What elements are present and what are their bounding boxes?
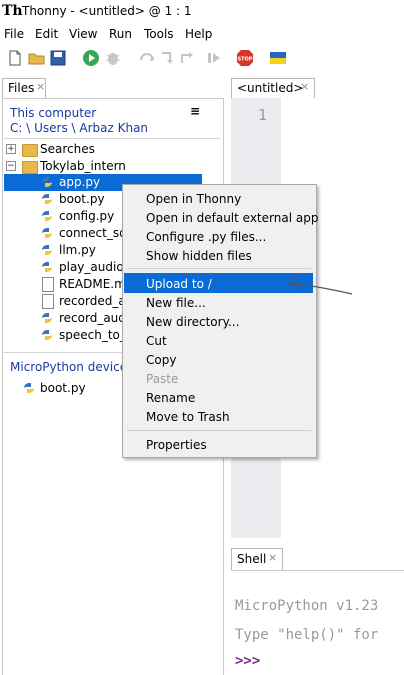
context-menu-item-upload-to[interactable]: Upload to / (146, 275, 212, 294)
context-menu-item-configure-py-files[interactable]: Configure .py files... (146, 228, 266, 247)
file-icon (42, 294, 54, 309)
python-file-icon (42, 194, 52, 204)
file-icon (42, 277, 54, 292)
context-menu-separator (127, 430, 311, 431)
tree-item-tokylab-intern[interactable]: Tokylab_intern (40, 158, 126, 175)
menu-help[interactable]: Help (185, 24, 212, 44)
micropython-device-title: MicroPython device (10, 360, 128, 374)
files-menu-icon[interactable]: ≡ (190, 104, 200, 118)
open-folder-icon[interactable] (28, 49, 46, 67)
tree-item-searches[interactable]: Searches (40, 141, 95, 158)
tab-files-label: Files (8, 81, 35, 95)
python-file-icon (42, 262, 52, 272)
folder-icon (22, 161, 38, 174)
python-file-icon (42, 177, 52, 187)
python-file-icon (42, 245, 52, 255)
menu-edit[interactable]: Edit (35, 24, 58, 44)
python-file-icon (42, 313, 52, 323)
file-item[interactable]: speech_to_t (59, 327, 131, 344)
menu-view[interactable]: View (69, 24, 97, 44)
menu-run[interactable]: Run (109, 24, 132, 44)
shell-banner-line: MicroPython v1.23 (235, 598, 379, 614)
python-file-icon (24, 383, 34, 393)
python-file-icon (42, 228, 52, 238)
context-menu-item-new-file[interactable]: New file... (146, 294, 206, 313)
resume-icon[interactable] (205, 49, 223, 67)
stop-icon[interactable]: STOP (236, 49, 254, 67)
this-computer-title: This computer (10, 106, 97, 120)
context-menu-separator (127, 268, 311, 269)
tab-shell-label: Shell (237, 552, 267, 566)
file-item[interactable]: boot.py (59, 191, 105, 208)
shell-prompt[interactable]: >>> (235, 653, 260, 669)
file-item[interactable]: config.py (59, 208, 114, 225)
folder-icon (22, 144, 38, 157)
computer-path[interactable]: C: \ Users \ Arbaz Khan (10, 121, 148, 135)
step-over-icon[interactable] (138, 49, 156, 67)
line-number: 1 (258, 106, 268, 124)
python-file-icon (42, 211, 52, 221)
step-into-icon[interactable] (158, 49, 176, 67)
stop-label: STOP (238, 57, 253, 63)
context-menu-item-copy[interactable]: Copy (146, 351, 176, 370)
run-icon[interactable] (82, 49, 100, 67)
annotation-arrow (287, 275, 353, 295)
searches-expander-icon[interactable]: + (6, 144, 16, 154)
thonny-logo-icon: Th (2, 3, 23, 19)
file-item[interactable]: app.py (59, 174, 100, 191)
path-divider (4, 138, 220, 139)
python-file-icon (42, 330, 52, 340)
file-item[interactable]: record_audi (59, 310, 129, 327)
save-icon[interactable] (49, 49, 67, 67)
context-menu-item-new-directory[interactable]: New directory... (146, 313, 239, 332)
device-file-boot-py[interactable]: boot.py (40, 380, 86, 397)
file-item[interactable]: llm.py (59, 242, 96, 259)
shell-help-line: Type "help()" for (235, 627, 379, 643)
context-menu-item-open-in-thonny[interactable]: Open in Thonny (146, 190, 241, 209)
menu-file[interactable]: File (4, 24, 24, 44)
context-menu-item-paste: Paste (146, 372, 179, 386)
context-menu-item-rename[interactable]: Rename (146, 389, 195, 408)
debug-icon[interactable] (104, 49, 122, 67)
tab-files-close-icon[interactable]: × (36, 80, 45, 93)
window-title: Thonny - <untitled> @ 1 : 1 (22, 4, 192, 18)
context-menu-item-move-to-trash[interactable]: Move to Trash (146, 408, 230, 427)
tab-untitled-label: <untitled> (237, 81, 304, 95)
context-menu-item-show-hidden-files[interactable]: Show hidden files (146, 247, 252, 266)
context-menu-item-open-in-default-external-app[interactable]: Open in default external app (146, 209, 318, 228)
tab-shell-close-icon[interactable]: × (268, 551, 277, 564)
tab-untitled-close-icon[interactable]: × (300, 80, 309, 93)
context-menu-item-properties[interactable]: Properties (146, 436, 207, 455)
menu-tools[interactable]: Tools (144, 24, 174, 44)
tokylab-expander-icon[interactable]: − (6, 161, 16, 171)
file-item[interactable]: play_audio_ (59, 259, 130, 276)
new-file-icon[interactable] (6, 49, 24, 67)
context-menu-item-cut[interactable]: Cut (146, 332, 167, 351)
flag-icon[interactable] (269, 49, 287, 67)
step-out-icon[interactable] (178, 49, 196, 67)
